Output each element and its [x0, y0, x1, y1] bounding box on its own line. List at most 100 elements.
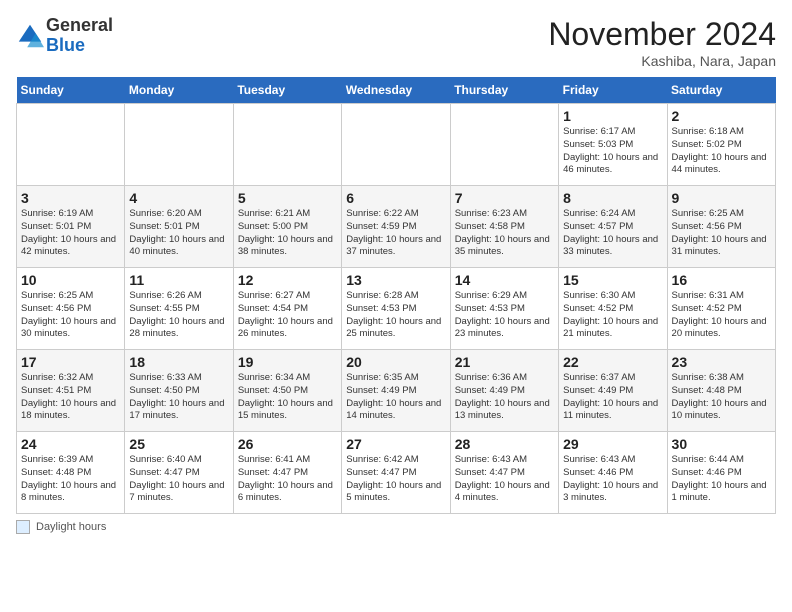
calendar-cell: 14Sunrise: 6:29 AM Sunset: 4:53 PM Dayli…	[450, 268, 558, 350]
calendar-cell: 26 Sunrise: 6:41 AM Sunset: 4:47 PM Dayli…	[233, 432, 341, 514]
date-number: 15	[563, 272, 662, 288]
calendar-cell: 1 Sunrise: 6:17 AM Sunset: 5:03 PM Daylig…	[559, 104, 667, 186]
calendar-cell: 23Sunrise: 6:38 AM Sunset: 4:48 PM Dayli…	[667, 350, 775, 432]
calendar-cell: 15 Sunrise: 6:30 AM Sunset: 4:52 PM Dayli…	[559, 268, 667, 350]
cell-info: Sunrise: 6:20 AM Sunset: 5:01 PM Dayligh…	[129, 208, 228, 259]
date-number: 18	[129, 354, 228, 370]
calendar-cell: 8Sunrise: 6:24 AM Sunset: 4:57 PM Daylig…	[559, 186, 667, 268]
calendar-cell: 21 Sunrise: 6:36 AM Sunset: 4:49 PM Dayli…	[450, 350, 558, 432]
date-number: 26	[238, 436, 337, 452]
cell-info: Sunrise: 6:34 AM Sunset: 4:50 PM Dayligh…	[238, 372, 337, 423]
date-number: 19	[238, 354, 337, 370]
calendar-cell: 6 Sunrise: 6:22 AM Sunset: 4:59 PM Daylig…	[342, 186, 450, 268]
month-title: November 2024	[548, 16, 776, 53]
cell-info: Sunrise: 6:42 AM Sunset: 4:47 PM Dayligh…	[346, 454, 445, 505]
logo-general-text: General	[46, 15, 113, 35]
cell-info: Sunrise: 6:39 AM Sunset: 4:48 PM Dayligh…	[21, 454, 120, 505]
date-number: 23	[672, 354, 771, 370]
weekday-header-thursday: Thursday	[450, 77, 558, 104]
calendar-cell: 17Sunrise: 6:32 AM Sunset: 4:51 PM Dayli…	[17, 350, 125, 432]
logo-text: General Blue	[46, 16, 113, 56]
cell-info: Sunrise: 6:41 AM Sunset: 4:47 PM Dayligh…	[238, 454, 337, 505]
date-number: 20	[346, 354, 445, 370]
cell-info: Sunrise: 6:19 AM Sunset: 5:01 PM Dayligh…	[21, 208, 120, 259]
calendar-cell: 16Sunrise: 6:31 AM Sunset: 4:52 PM Dayli…	[667, 268, 775, 350]
calendar-cell: 29 Sunrise: 6:43 AM Sunset: 4:46 PM Dayli…	[559, 432, 667, 514]
legend-label: Daylight hours	[36, 521, 106, 533]
date-number: 30	[672, 436, 771, 452]
weekday-header-wednesday: Wednesday	[342, 77, 450, 104]
week-row-3: 10 Sunrise: 6:25 AM Sunset: 4:56 PM Dayli…	[17, 268, 776, 350]
cell-info: Sunrise: 6:33 AM Sunset: 4:50 PM Dayligh…	[129, 372, 228, 423]
date-number: 13	[346, 272, 445, 288]
calendar-cell	[125, 104, 233, 186]
week-row-2: 3 Sunrise: 6:19 AM Sunset: 5:01 PM Daylig…	[17, 186, 776, 268]
cell-info: Sunrise: 6:24 AM Sunset: 4:57 PM Dayligh…	[563, 208, 662, 259]
date-number: 28	[455, 436, 554, 452]
date-number: 25	[129, 436, 228, 452]
calendar-cell: 25Sunrise: 6:40 AM Sunset: 4:47 PM Dayli…	[125, 432, 233, 514]
date-number: 4	[129, 190, 228, 206]
calendar-cell	[450, 104, 558, 186]
calendar-cell: 20 Sunrise: 6:35 AM Sunset: 4:49 PM Dayli…	[342, 350, 450, 432]
date-number: 1	[563, 108, 662, 124]
cell-info: Sunrise: 6:22 AM Sunset: 4:59 PM Dayligh…	[346, 208, 445, 259]
location: Kashiba, Nara, Japan	[548, 53, 776, 69]
title-block: November 2024 Kashiba, Nara, Japan	[548, 16, 776, 69]
calendar-cell: 28 Sunrise: 6:43 AM Sunset: 4:47 PM Dayli…	[450, 432, 558, 514]
calendar-cell: 13 Sunrise: 6:28 AM Sunset: 4:53 PM Dayli…	[342, 268, 450, 350]
weekday-header-monday: Monday	[125, 77, 233, 104]
cell-info: Sunrise: 6:30 AM Sunset: 4:52 PM Dayligh…	[563, 290, 662, 341]
date-number: 29	[563, 436, 662, 452]
cell-info: Sunrise: 6:21 AM Sunset: 5:00 PM Dayligh…	[238, 208, 337, 259]
weekday-header-friday: Friday	[559, 77, 667, 104]
calendar-cell	[17, 104, 125, 186]
cell-info: Sunrise: 6:25 AM Sunset: 4:56 PM Dayligh…	[672, 208, 771, 259]
date-number: 9	[672, 190, 771, 206]
weekday-header-sunday: Sunday	[17, 77, 125, 104]
cell-info: Sunrise: 6:36 AM Sunset: 4:49 PM Dayligh…	[455, 372, 554, 423]
cell-info: Sunrise: 6:32 AM Sunset: 4:51 PM Dayligh…	[21, 372, 120, 423]
cell-info: Sunrise: 6:35 AM Sunset: 4:49 PM Dayligh…	[346, 372, 445, 423]
date-number: 2	[672, 108, 771, 124]
cell-info: Sunrise: 6:23 AM Sunset: 4:58 PM Dayligh…	[455, 208, 554, 259]
date-number: 10	[21, 272, 120, 288]
cell-info: Sunrise: 6:29 AM Sunset: 4:53 PM Dayligh…	[455, 290, 554, 341]
logo-icon	[16, 22, 44, 50]
cell-info: Sunrise: 6:25 AM Sunset: 4:56 PM Dayligh…	[21, 290, 120, 341]
cell-info: Sunrise: 6:28 AM Sunset: 4:53 PM Dayligh…	[346, 290, 445, 341]
calendar-cell: 9 Sunrise: 6:25 AM Sunset: 4:56 PM Daylig…	[667, 186, 775, 268]
cell-info: Sunrise: 6:27 AM Sunset: 4:54 PM Dayligh…	[238, 290, 337, 341]
weekday-header-saturday: Saturday	[667, 77, 775, 104]
date-number: 21	[455, 354, 554, 370]
week-row-1: 1 Sunrise: 6:17 AM Sunset: 5:03 PM Daylig…	[17, 104, 776, 186]
date-number: 12	[238, 272, 337, 288]
date-number: 11	[129, 272, 228, 288]
calendar-cell: 22Sunrise: 6:37 AM Sunset: 4:49 PM Dayli…	[559, 350, 667, 432]
cell-info: Sunrise: 6:44 AM Sunset: 4:46 PM Dayligh…	[672, 454, 771, 505]
legend-box	[16, 520, 30, 534]
page: General Blue November 2024 Kashiba, Nara…	[0, 0, 792, 550]
calendar-cell: 11Sunrise: 6:26 AM Sunset: 4:55 PM Dayli…	[125, 268, 233, 350]
week-row-4: 17Sunrise: 6:32 AM Sunset: 4:51 PM Dayli…	[17, 350, 776, 432]
calendar-cell: 10 Sunrise: 6:25 AM Sunset: 4:56 PM Dayli…	[17, 268, 125, 350]
cell-info: Sunrise: 6:43 AM Sunset: 4:47 PM Dayligh…	[455, 454, 554, 505]
legend: Daylight hours	[16, 520, 776, 534]
cell-info: Sunrise: 6:43 AM Sunset: 4:46 PM Dayligh…	[563, 454, 662, 505]
date-number: 22	[563, 354, 662, 370]
header: General Blue November 2024 Kashiba, Nara…	[16, 16, 776, 69]
date-number: 6	[346, 190, 445, 206]
calendar-cell: 18 Sunrise: 6:33 AM Sunset: 4:50 PM Dayli…	[125, 350, 233, 432]
calendar-cell: 3 Sunrise: 6:19 AM Sunset: 5:01 PM Daylig…	[17, 186, 125, 268]
cell-info: Sunrise: 6:18 AM Sunset: 5:02 PM Dayligh…	[672, 126, 771, 177]
week-row-5: 24Sunrise: 6:39 AM Sunset: 4:48 PM Dayli…	[17, 432, 776, 514]
calendar-cell	[233, 104, 341, 186]
logo-blue-text: Blue	[46, 35, 85, 55]
calendar-cell: 30 Sunrise: 6:44 AM Sunset: 4:46 PM Dayli…	[667, 432, 775, 514]
calendar-cell: 19 Sunrise: 6:34 AM Sunset: 4:50 PM Dayli…	[233, 350, 341, 432]
weekday-header-row: SundayMondayTuesdayWednesdayThursdayFrid…	[17, 77, 776, 104]
cell-info: Sunrise: 6:17 AM Sunset: 5:03 PM Dayligh…	[563, 126, 662, 177]
date-number: 3	[21, 190, 120, 206]
calendar-cell: 4 Sunrise: 6:20 AM Sunset: 5:01 PM Daylig…	[125, 186, 233, 268]
calendar-cell: 27Sunrise: 6:42 AM Sunset: 4:47 PM Dayli…	[342, 432, 450, 514]
